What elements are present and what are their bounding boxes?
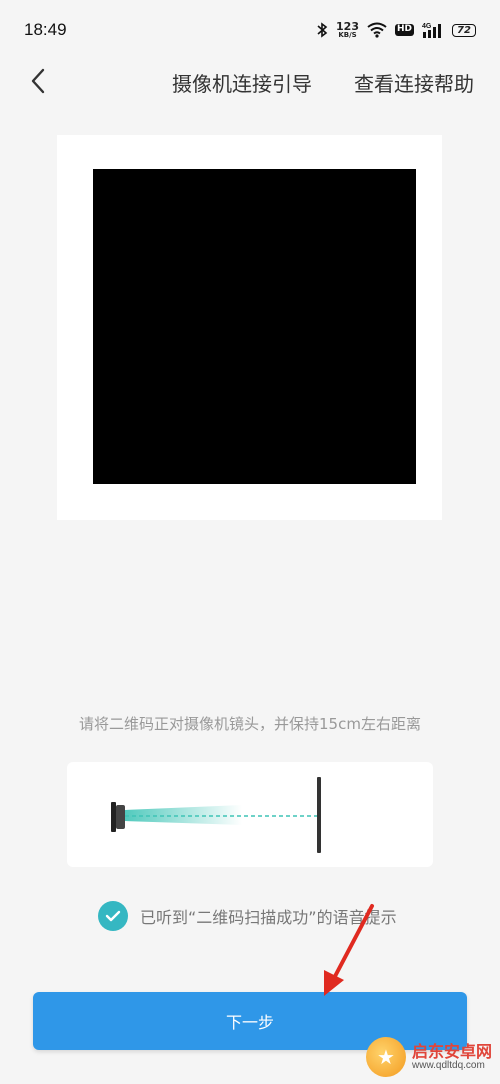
bluetooth-icon <box>316 22 328 38</box>
network-speed-unit: KB/S <box>338 31 357 39</box>
back-button[interactable] <box>22 64 54 98</box>
target-line-icon <box>317 777 321 853</box>
check-icon <box>105 910 121 922</box>
scan-beam <box>125 805 317 825</box>
network-speed: 123 KB/S <box>336 21 359 39</box>
nav-bar: 摄像机连接引导 查看连接帮助 <box>0 56 500 106</box>
connection-help-link[interactable]: 查看连接帮助 <box>354 68 474 97</box>
qr-code-card <box>57 135 442 520</box>
voice-confirm-checkbox-row[interactable]: 已听到“二维码扫描成功”的语音提示 <box>98 900 397 932</box>
status-icons: 123 KB/S HD 4G 72 <box>316 21 476 39</box>
signal-icon: 4G <box>422 22 444 38</box>
watermark-url: www.qdltdq.com <box>412 1060 485 1072</box>
qr-code <box>93 169 416 484</box>
page-title: 摄像机连接引导 <box>172 72 312 96</box>
voice-confirm-checkbox[interactable] <box>98 901 128 931</box>
watermark: ★ 启东安卓网 www.qdltdq.com <box>366 1030 500 1084</box>
status-bar: 18:49 123 KB/S HD 4G 72 <box>0 0 500 60</box>
watermark-logo-icon: ★ <box>366 1037 406 1077</box>
svg-text:4G: 4G <box>422 23 432 30</box>
battery-icon: 72 <box>452 23 476 37</box>
instruction-text: 请将二维码正对摄像机镜头，并保持15cm左右距离 <box>79 715 421 733</box>
voice-confirm-label: 已听到“二维码扫描成功”的语音提示 <box>140 908 397 927</box>
status-time: 18:49 <box>24 20 67 39</box>
hd-badge: HD <box>394 24 414 36</box>
camera-icon <box>111 802 125 832</box>
watermark-name: 启东安卓网 <box>412 1041 493 1061</box>
wifi-icon <box>367 22 387 38</box>
distance-diagram <box>67 762 433 867</box>
chevron-left-icon <box>31 68 45 94</box>
